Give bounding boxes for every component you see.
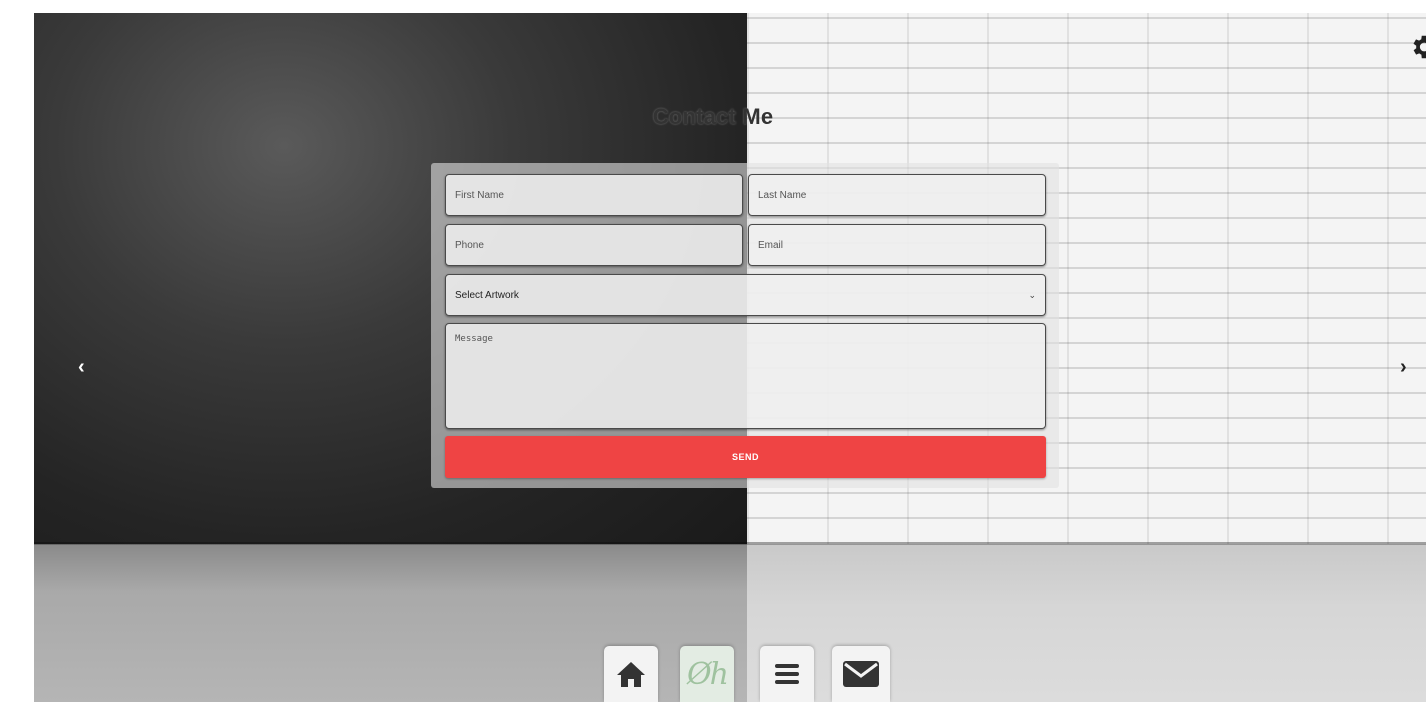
first-name-input[interactable]: First Name <box>445 174 743 216</box>
message-textarea[interactable]: Message <box>445 323 1046 429</box>
logo-button[interactable]: Øh <box>680 646 734 702</box>
phone-input[interactable]: Phone <box>445 224 743 266</box>
logo: Øh <box>687 656 729 692</box>
artwork-select-value: Select Artwork <box>455 289 519 301</box>
home-button[interactable] <box>604 646 658 702</box>
mail-icon <box>843 661 879 687</box>
next-arrow-icon[interactable]: › <box>1400 357 1407 377</box>
home-icon <box>617 662 645 687</box>
gear-icon[interactable] <box>1408 32 1426 62</box>
chevron-down-icon: ⌄ <box>1028 289 1036 300</box>
menu-icon <box>775 664 799 684</box>
artwork-select[interactable]: Select Artwork ⌄ <box>445 274 1046 316</box>
send-button[interactable]: SEND <box>445 436 1046 478</box>
last-name-input[interactable]: Last Name <box>748 174 1046 216</box>
page-title: Contact Me <box>652 104 774 129</box>
email-input[interactable]: Email <box>748 224 1046 266</box>
mail-button[interactable] <box>832 646 890 702</box>
floor-line <box>34 542 1426 545</box>
menu-button[interactable] <box>760 646 814 702</box>
prev-arrow-icon[interactable]: ‹ <box>78 357 85 377</box>
